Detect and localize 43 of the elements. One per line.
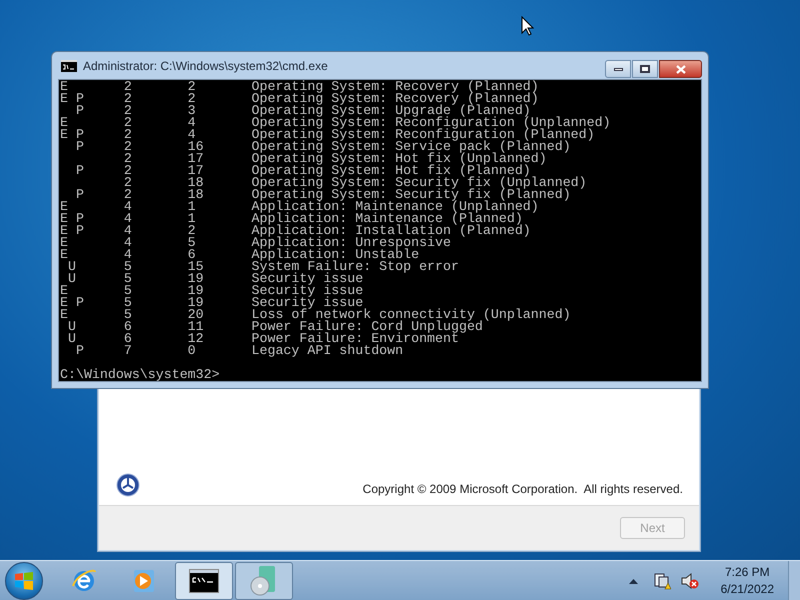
console-line: E P 4 2 Application: Installation (Planned) — [60, 225, 531, 237]
mouse-cursor-icon — [521, 16, 534, 36]
console-line: P 2 16 Operating System: Service pack (Planned) — [74, 141, 571, 153]
start-button[interactable] — [5, 562, 43, 600]
copyright-text: Copyright © 2009 Microsoft Corporation. All rights reserved. — [362, 481, 683, 498]
console-line: E 4 6 Application: Unstable — [60, 249, 420, 261]
clock-time: 7:26 PM — [724, 564, 770, 580]
setup-logo-icon — [116, 473, 140, 497]
console-line: E 4 5 Application: Unresponsive — [60, 237, 451, 249]
console-line: E 2 4 Operating System: Reconfiguration (Unplanned) — [60, 117, 611, 129]
console-line: E P 4 1 Application: Maintenance (Planned) — [60, 213, 523, 225]
caret-up-icon[interactable] — [628, 578, 638, 584]
console-line: E P 2 2 Operating System: Recovery (Planned) — [60, 93, 539, 105]
window-title: Administrator: C:\Windows\system32\cmd.exe — [83, 58, 329, 74]
clock-date: 6/21/2022 — [720, 580, 774, 598]
console-line: U 5 15 System Failure: Stop error — [66, 261, 459, 273]
console-line: U 6 11 Power Failure: Cord Unplugged — [66, 321, 483, 333]
console-line: E 4 1 Application: Maintenance (Unplanned) — [60, 201, 539, 213]
console-line: P 7 0 Legacy API shutdown — [74, 345, 404, 357]
console-line: P 2 3 Operating System: Upgrade (Planned) — [74, 105, 531, 117]
console-line: P 2 18 Operating System: Security fix (Planned) — [74, 189, 571, 201]
speaker-muted-icon[interactable] — [680, 572, 699, 590]
console-prompt: C:\Windows\system32> — [60, 369, 220, 381]
maximize-button[interactable] — [632, 60, 658, 78]
console-line: E P 5 19 Security issue — [60, 297, 364, 309]
console-line: P 2 17 Operating System: Hot fix (Planned) — [74, 165, 531, 177]
console-line: E 5 19 Security issue — [60, 285, 364, 297]
console-app-icon — [61, 60, 77, 72]
console-line: E P 2 4 Operating System: Reconfiguration (Planned) — [60, 129, 595, 141]
console-line: E 2 2 Operating System: Recovery (Planned) — [60, 81, 539, 93]
console-line: 2 17 Operating System: Hot fix (Unplanned) — [122, 153, 547, 165]
console-line: 2 18 Operating System: Security fix (Unplanned) — [122, 177, 587, 189]
windows-logo-icon — [14, 572, 34, 590]
minimize-button[interactable] — [605, 60, 631, 78]
close-button[interactable] — [659, 60, 702, 78]
console-line: U 6 12 Power Failure: Environment — [66, 333, 459, 345]
clock[interactable]: 7:26 PM 6/21/2022 — [720, 564, 774, 598]
taskbar-button[interactable] — [175, 562, 233, 600]
console-line: E 5 20 Loss of network connectivity (Unplanned) — [60, 309, 571, 321]
terminal-icon — [189, 568, 219, 592]
network-warning-icon[interactable] — [652, 572, 671, 590]
close-icon — [676, 64, 686, 74]
console-line: U 5 19 Security issue — [68, 273, 364, 285]
